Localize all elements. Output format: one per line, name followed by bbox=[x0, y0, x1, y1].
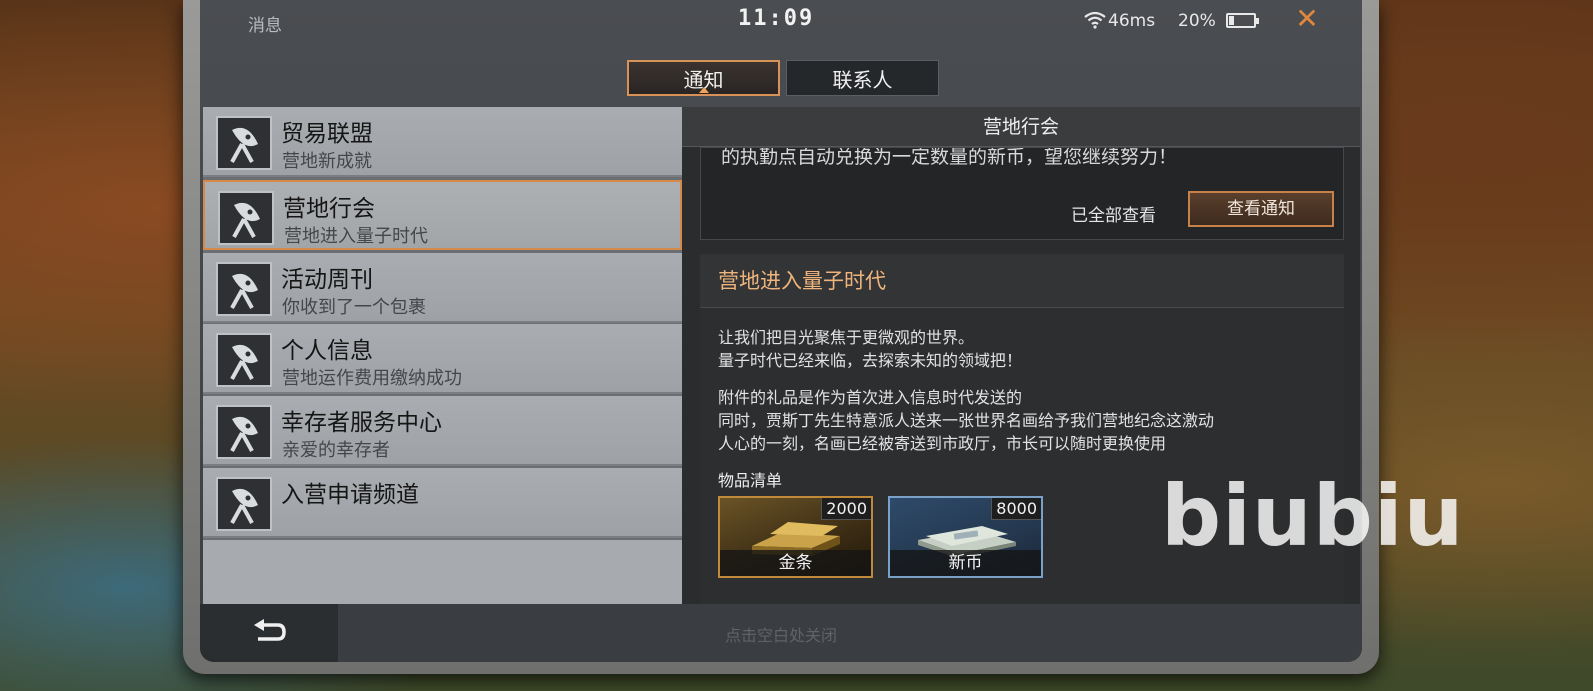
channel-subtitle: 你收到了一个包裹 bbox=[282, 297, 426, 318]
reward-name: 金条 bbox=[720, 550, 871, 576]
channel-title: 贸易联盟 bbox=[281, 121, 373, 147]
all-read-label: 已全部查看 bbox=[1071, 206, 1156, 226]
satellite-dish-icon bbox=[218, 191, 274, 245]
reward-quantity: 8000 bbox=[991, 498, 1041, 520]
channel-subtitle: 营地新成就 bbox=[282, 151, 372, 172]
battery-icon bbox=[1226, 13, 1259, 28]
channel-subtitle: 亲爱的幸存者 bbox=[282, 440, 390, 461]
satellite-dish-icon bbox=[216, 333, 272, 387]
bottom-bar: 点击空白处关闭 bbox=[200, 604, 1362, 662]
channel-title: 幸存者服务中心 bbox=[281, 410, 442, 436]
tab-notifications[interactable]: 通知 bbox=[627, 60, 780, 96]
satellite-dish-icon bbox=[216, 477, 272, 531]
channel-subtitle: 营地进入量子时代 bbox=[284, 226, 428, 247]
close-hint: 点击空白处关闭 bbox=[724, 626, 837, 645]
tab-bar: 通知 联系人 bbox=[627, 60, 939, 96]
previous-notice-text: 的执勤点自动兑换为一定数量的新币，望您继续努力！ bbox=[721, 147, 1178, 168]
channel-item-camp-guild[interactable]: 营地行会 营地进入量子时代 bbox=[203, 180, 682, 250]
channel-list: 贸易联盟 营地新成就 营地行会 营地进入量子时代 活动周刊 你收到了一个包裹 个… bbox=[203, 107, 682, 604]
tab-contacts[interactable]: 联系人 bbox=[786, 60, 939, 96]
reward-gold-bar[interactable]: 2000 金条 bbox=[718, 496, 873, 578]
message-paragraph-2: 附件的礼品是作为首次进入信息时代发送的 同时，贾斯丁先生特意派人送来一张世界名画… bbox=[718, 386, 1214, 455]
battery-percent: 20% bbox=[1178, 11, 1216, 31]
reward-new-coin[interactable]: 8000 新币 bbox=[888, 496, 1043, 578]
satellite-dish-icon bbox=[216, 262, 272, 316]
channel-item-personal-info[interactable]: 个人信息 营地运作费用缴纳成功 bbox=[203, 324, 682, 394]
battery-fill bbox=[1229, 16, 1234, 25]
message-line: 同时，贾斯丁先生特意派人送来一张世界名画给予我们营地纪念这激动 bbox=[718, 411, 1215, 430]
list-empty-slot bbox=[203, 540, 682, 604]
view-notice-button[interactable]: 查看通知 bbox=[1188, 191, 1334, 227]
channel-title: 入营申请频道 bbox=[281, 482, 419, 508]
close-x-icon[interactable]: ✕ bbox=[1292, 4, 1322, 34]
clock: 11:09 bbox=[738, 6, 815, 31]
ping-value: 46ms bbox=[1108, 11, 1156, 31]
channel-item-join-request[interactable]: 入营申请频道 bbox=[203, 468, 682, 538]
message-line: 人心的一刻，名画已经被寄送到市政厅，市长可以随时更换使用 bbox=[718, 434, 1167, 453]
channel-item-trade-alliance[interactable]: 贸易联盟 营地新成就 bbox=[203, 107, 682, 177]
message-title: 营地进入量子时代 bbox=[700, 254, 1344, 308]
status-bar: 消息 11:09 46ms 20% ✕ bbox=[200, 0, 1362, 42]
window-title: 消息 bbox=[248, 16, 282, 36]
channel-item-survivor-service[interactable]: 幸存者服务中心 亲爱的幸存者 bbox=[203, 396, 682, 466]
channel-title: 营地行会 bbox=[283, 196, 375, 222]
back-arrow-icon bbox=[254, 619, 286, 641]
panel-header: 营地行会 bbox=[682, 107, 1360, 147]
message-line: 附件的礼品是作为首次进入信息时代发送的 bbox=[718, 388, 1023, 407]
message-line: 让我们把目光聚焦于更微观的世界。 bbox=[718, 328, 975, 347]
wifi-icon bbox=[1084, 11, 1106, 29]
channel-title: 个人信息 bbox=[281, 338, 373, 364]
items-label: 物品清单 bbox=[718, 471, 783, 490]
satellite-dish-icon bbox=[216, 116, 272, 170]
channel-item-event-weekly[interactable]: 活动周刊 你收到了一个包裹 bbox=[203, 253, 682, 323]
back-button[interactable] bbox=[200, 604, 338, 662]
satellite-dish-icon bbox=[216, 405, 272, 459]
previous-notice: 的执勤点自动兑换为一定数量的新币，望您继续努力！ 已全部查看 查看通知 bbox=[700, 147, 1344, 240]
message-line: 量子时代已经来临，去探索未知的领域把！ bbox=[718, 351, 1023, 370]
channel-subtitle: 营地运作费用缴纳成功 bbox=[282, 368, 462, 389]
watermark-logo: biubiu bbox=[1161, 467, 1465, 565]
reward-name: 新币 bbox=[890, 550, 1041, 576]
message-paragraph-1: 让我们把目光聚焦于更微观的世界。 量子时代已经来临，去探索未知的领域把！ bbox=[718, 326, 1022, 372]
reward-quantity: 2000 bbox=[821, 498, 871, 520]
channel-title: 活动周刊 bbox=[281, 267, 373, 293]
